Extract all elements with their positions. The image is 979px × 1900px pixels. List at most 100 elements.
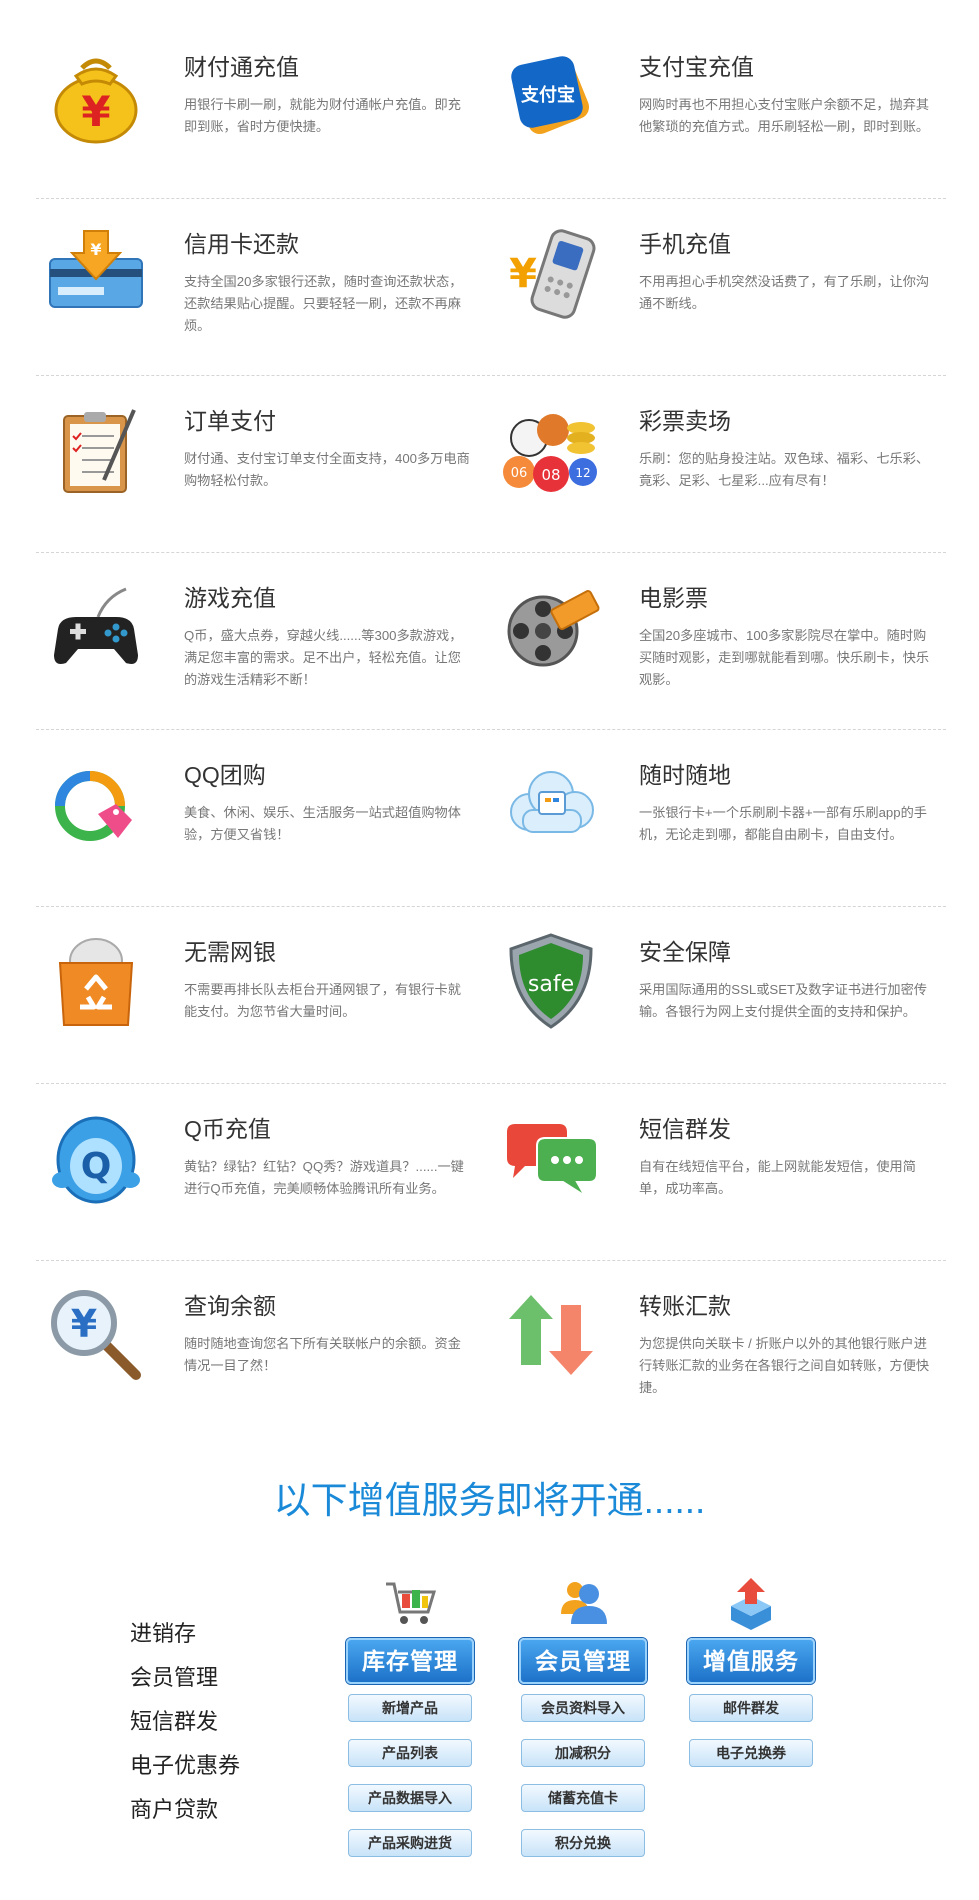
feature-mobile-recharge[interactable]: ¥ 手机充值 不用再担心手机突然没话费了，有了乐刷，让你沟通不断线。 (491, 223, 929, 363)
mobile-phone-icon: ¥ (501, 223, 601, 323)
feature-title: 电影票 (639, 585, 708, 611)
feature-row: 游戏充值 Q币，盛大点券，穿越火线......等300多款游戏，满足您丰富的需求… (36, 553, 946, 730)
feature-title: 手机充值 (639, 231, 731, 257)
gamepad-icon (46, 577, 146, 677)
member-import-button[interactable]: 会员资料导入 (521, 1694, 645, 1722)
feature-credit-card[interactable]: ¥ 信用卡还款 支持全国20多家银行还款，随时查询还款状态，还款结果贴心提醒。只… (36, 223, 462, 363)
list-item: 进销存 (130, 1621, 197, 1646)
feature-title: 彩票卖场 (639, 408, 731, 434)
feature-title: 游戏充值 (184, 585, 276, 611)
module-members: 会员管理 会员资料导入 加减积分 储蓄充值卡 积分兑换 (518, 1572, 648, 1874)
members-icon (518, 1572, 648, 1632)
feature-title: 无需网银 (184, 939, 276, 965)
feature-movie-ticket[interactable]: 电影票 全国20多座城市、100多家影院尽在掌中。随时购买随时观影，走到哪就能看… (491, 577, 929, 717)
feature-qq-group-buy[interactable]: QQ团购 美食、休闲、娱乐、生活服务一站式超值购物体验，方便又省钱！ (36, 754, 461, 894)
feature-title: 财付通充值 (184, 54, 299, 80)
feature-game-recharge[interactable]: 游戏充值 Q币，盛大点券，穿越火线......等300多款游戏，满足您丰富的需求… (36, 577, 462, 717)
feature-security[interactable]: safe 安全保障 采用国际通用的SSL或SET及数字证书进行加密传输。各银行为… (491, 931, 927, 1071)
feature-no-netbank[interactable]: 无需网银 不需要再排长队去柜台开通网银了，有银行卡就能支付。为您节省大量时间。 (36, 931, 461, 1071)
feature-desc: 随时随地查询您名下所有关联帐户的余额。资金情况一目了然！ (184, 1336, 461, 1373)
svg-text:¥: ¥ (81, 87, 110, 136)
svg-text:¥: ¥ (509, 251, 537, 297)
feature-title: 支付宝充值 (639, 54, 754, 80)
feature-desc: 美食、休闲、娱乐、生活服务一站式超值购物体验，方便又省钱！ (184, 805, 461, 842)
svg-text:08: 08 (541, 466, 560, 484)
feature-sms[interactable]: 短信群发 自有在线短信平台，能上网就能发短信，使用简单，成功率高。 (491, 1108, 916, 1248)
alipay-icon: 支付宝 (501, 46, 601, 146)
feature-lottery[interactable]: 06 08 12 彩票卖场 乐刷：您的贴身投注站。双色球、福彩、七乐彩、竟彩、足彩、… (491, 400, 929, 540)
magnifier-icon: ¥ (46, 1285, 146, 1385)
page: ¥ 财付通充值 用银行卡刷一刷，就能为财付通帐户充值。即充即到账，省时方便快捷。… (0, 0, 979, 1900)
coming-soon-heading: 以下增值服务即将开通...... (273, 1480, 706, 1521)
transfer-arrows-icon (501, 1285, 601, 1385)
chat-bubbles-icon (501, 1108, 601, 1208)
clipboard-icon (46, 400, 146, 500)
feature-row: Q Q币充值 黄钻？绿钻？红钻？QQ秀？游戏道具？......一键进行Q币充值，… (36, 1084, 946, 1261)
svg-text:¥: ¥ (71, 1302, 97, 1346)
email-broadcast-button[interactable]: 邮件群发 (689, 1694, 813, 1722)
feature-desc: Q币，盛大点券，穿越火线......等300多款游戏，满足您丰富的需求。足不出户… (184, 628, 463, 687)
value-added-services-button[interactable]: 增值服务 (687, 1638, 815, 1684)
feature-row: 无需网银 不需要再排长队去柜台开通网银了，有银行卡就能支付。为您节省大量时间。 … (36, 907, 946, 1084)
shield-icon: safe (501, 931, 601, 1031)
feature-desc: 财付通、支付宝订单支付全面支持，400多万电商购物轻松付款。 (184, 451, 470, 488)
module-value-added: 增值服务 邮件群发 电子兑换券 (686, 1572, 816, 1784)
stored-value-card-button[interactable]: 储蓄充值卡 (521, 1784, 645, 1812)
product-purchase-button[interactable]: 产品采购进货 (348, 1829, 472, 1857)
feature-transfer[interactable]: 转账汇款 为您提供向关联卡 / 折账户以外的其他银行账户进行转账汇款的业务在各银… (491, 1285, 929, 1425)
film-reel-icon (501, 577, 601, 677)
feature-desc: 乐刷：您的贴身投注站。双色球、福彩、七乐彩、竟彩、足彩、七星彩...应有尽有！ (639, 451, 930, 488)
svg-text:Q: Q (81, 1146, 112, 1187)
shopping-cart-icon (345, 1572, 475, 1632)
list-item: 短信群发 (130, 1709, 219, 1734)
feature-alipay[interactable]: 支付宝 支付宝充值 网购时再也不用担心支付宝账户余额不足，抛弃其他繁琐的充值方式… (491, 46, 929, 186)
feature-desc: 采用国际通用的SSL或SET及数字证书进行加密传输。各银行为网上支付提供全面的支… (639, 982, 927, 1019)
inventory-management-button[interactable]: 库存管理 (346, 1638, 474, 1684)
product-list-button[interactable]: 产品列表 (348, 1739, 472, 1767)
feature-desc: 用银行卡刷一刷，就能为财付通帐户充值。即充即到账，省时方便快捷。 (184, 97, 461, 134)
feature-row: ¥ 财付通充值 用银行卡刷一刷，就能为财付通帐户充值。即充即到账，省时方便快捷。… (36, 22, 946, 199)
feature-desc: 全国20多座城市、100多家影院尽在掌中。随时购买随时观影，走到哪就能看到哪。快… (639, 628, 930, 687)
svg-text:支付宝: 支付宝 (520, 84, 575, 106)
points-exchange-button[interactable]: 积分兑换 (521, 1829, 645, 1857)
feature-grid: ¥ 财付通充值 用银行卡刷一刷，就能为财付通帐户充值。即充即到账，省时方便快捷。… (36, 22, 946, 1437)
feature-desc: 支持全国20多家银行还款，随时查询还款状态，还款结果贴心提醒。只要轻轻一刷，还款… (184, 274, 463, 333)
feature-title: 查询余额 (184, 1293, 276, 1319)
feature-desc: 黄钻？绿钻？红钻？QQ秀？游戏道具？......一键进行Q币充值，完美顺畅体验腾… (184, 1159, 464, 1196)
feature-row: ¥ 查询余额 随时随地查询您名下所有关联帐户的余额。资金情况一目了然！ 转账汇款… (36, 1261, 946, 1437)
feature-desc: 为您提供向关联卡 / 折账户以外的其他银行账户进行转账汇款的业务在各银行之间自如… (639, 1336, 930, 1395)
feature-desc: 自有在线短信平台，能上网就能发短信，使用简单，成功率高。 (639, 1159, 916, 1196)
svg-text:¥: ¥ (90, 240, 101, 259)
member-management-button[interactable]: 会员管理 (519, 1638, 647, 1684)
feature-row: QQ团购 美食、休闲、娱乐、生活服务一站式超值购物体验，方便又省钱！ 随时随地 … (36, 730, 946, 907)
feature-row: ¥ 信用卡还款 支持全国20多家银行还款，随时查询还款状态，还款结果贴心提醒。只… (36, 199, 946, 376)
feature-qcoin[interactable]: Q Q币充值 黄钻？绿钻？红钻？QQ秀？游戏道具？......一键进行Q币充值，… (36, 1108, 464, 1248)
add-product-button[interactable]: 新增产品 (348, 1694, 472, 1722)
feature-tenpay[interactable]: ¥ 财付通充值 用银行卡刷一刷，就能为财付通帐户充值。即充即到账，省时方便快捷。 (36, 46, 461, 186)
money-bag-icon: ¥ (46, 46, 146, 146)
feature-title: QQ团购 (184, 762, 266, 788)
list-item: 会员管理 (130, 1665, 219, 1690)
feature-title: 转账汇款 (639, 1293, 731, 1319)
svg-text:06: 06 (511, 466, 528, 481)
lottery-balls-icon: 06 08 12 (501, 400, 601, 500)
svg-text:safe: safe (528, 972, 574, 997)
feature-title: 随时随地 (639, 762, 731, 788)
feature-title: Q币充值 (184, 1116, 271, 1142)
feature-title: 订单支付 (184, 408, 276, 434)
feature-row: 订单支付 财付通、支付宝订单支付全面支持，400多万电商购物轻松付款。 06 08… (36, 376, 946, 553)
feature-title: 短信群发 (639, 1116, 731, 1142)
e-voucher-button[interactable]: 电子兑换券 (689, 1739, 813, 1767)
product-import-button[interactable]: 产品数据导入 (348, 1784, 472, 1812)
upload-box-icon (686, 1572, 816, 1632)
feature-desc: 网购时再也不用担心支付宝账户余额不足，抛弃其他繁琐的充值方式。用乐刷轻松一刷，即… (639, 97, 930, 134)
feature-order-payment[interactable]: 订单支付 财付通、支付宝订单支付全面支持，400多万电商购物轻松付款。 (36, 400, 470, 540)
list-item: 电子优惠券 (130, 1753, 241, 1778)
feature-balance[interactable]: ¥ 查询余额 随时随地查询您名下所有关联帐户的余额。资金情况一目了然！ (36, 1285, 461, 1425)
feature-anytime-anywhere[interactable]: 随时随地 一张银行卡+一个乐刷刷卡器+一部有乐刷app的手机，无论走到哪，都能自… (491, 754, 927, 894)
upcoming-services-list: 进销存 会员管理 短信群发 电子优惠券 商户贷款 (130, 1612, 240, 1832)
svg-text:12: 12 (575, 466, 590, 480)
feature-title: 信用卡还款 (184, 231, 299, 257)
credit-card-icon: ¥ (46, 223, 146, 323)
points-adjust-button[interactable]: 加减积分 (521, 1739, 645, 1767)
